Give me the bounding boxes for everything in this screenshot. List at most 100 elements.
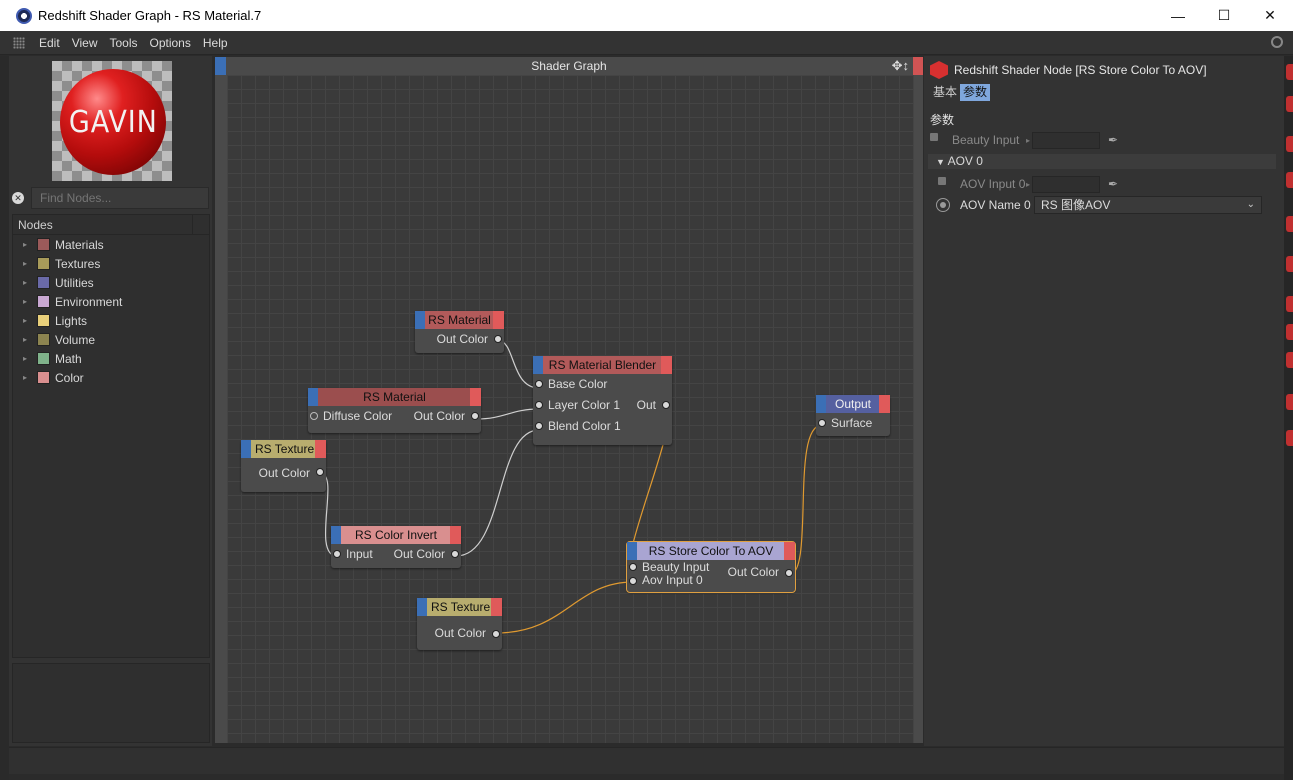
port-label: Layer Color 1 — [548, 398, 621, 412]
category-label: Environment — [55, 294, 123, 309]
node-title: Output — [834, 397, 872, 411]
clear-search-icon[interactable]: ✕ — [12, 192, 24, 204]
status-bar — [9, 747, 1284, 774]
node-rs-texture-2[interactable]: RS Texture Out Color — [417, 598, 502, 650]
pan-zoom-icon[interactable]: ✥↕ — [892, 57, 909, 75]
aov-name-select[interactable]: RS 图像AOV ⌄ — [1034, 196, 1262, 214]
wire-invert-to-blend — [455, 429, 540, 557]
input-port[interactable] — [629, 577, 637, 585]
input-port[interactable] — [629, 563, 637, 571]
expand-arrow-icon[interactable]: ▸ — [23, 259, 33, 268]
aov-group-header[interactable]: ▼ AOV 0 — [928, 154, 1276, 169]
material-preview: GAVIN — [52, 61, 172, 181]
input-port[interactable] — [310, 412, 318, 420]
category-label: Textures — [55, 256, 101, 271]
pipette-icon[interactable]: ✒ — [1108, 133, 1122, 147]
find-nodes-input[interactable] — [31, 187, 209, 209]
expand-arrow-icon[interactable]: ▸ — [23, 335, 33, 344]
search-icon[interactable] — [1271, 36, 1283, 48]
aov-name-row: AOV Name 0 RS 图像AOV ⌄ — [936, 195, 1262, 215]
beauty-input-label: Beauty Input — [952, 133, 1020, 147]
graph-title: Shader Graph — [531, 59, 607, 73]
node-rs-material-2[interactable]: RS Material Diffuse Color Out Color — [308, 388, 481, 433]
node-category-color[interactable]: ▸ Color — [13, 368, 209, 387]
minimize-button[interactable]: — — [1155, 0, 1201, 31]
tab-parameters[interactable]: 参数 — [960, 84, 991, 101]
attributes-tabs: 基本 参数 — [930, 84, 991, 101]
port-label: Out Color — [436, 332, 488, 346]
menu-edit[interactable]: Edit — [33, 36, 66, 50]
node-category-environment[interactable]: ▸ Environment — [13, 292, 209, 311]
aov-input-field[interactable] — [1032, 175, 1101, 193]
input-port[interactable] — [333, 550, 341, 558]
output-port[interactable] — [451, 550, 459, 558]
output-port[interactable] — [785, 569, 793, 577]
category-label: Volume — [55, 332, 96, 347]
port-label: Surface — [831, 416, 873, 430]
node-title: RS Store Color To AOV — [648, 544, 774, 558]
expand-arrow-icon[interactable]: ▸ — [23, 354, 33, 363]
collapse-triangle-icon: ▼ — [936, 157, 945, 167]
menu-view[interactable]: View — [66, 36, 104, 50]
menu-help[interactable]: Help — [197, 36, 234, 50]
nodes-header-label: Nodes — [18, 217, 53, 232]
menu-options[interactable]: Options — [144, 36, 197, 50]
node-description-box — [12, 663, 210, 743]
node-title: RS Color Invert — [354, 528, 438, 542]
category-label: Materials — [55, 237, 104, 252]
category-label: Utilities — [55, 275, 94, 290]
expand-arrow-icon[interactable]: ▸ — [23, 316, 33, 325]
pipette-icon[interactable]: ✒ — [1108, 177, 1122, 191]
input-port[interactable] — [535, 401, 543, 409]
output-port[interactable] — [316, 468, 324, 476]
expand-arrow-icon[interactable]: ▸ — [23, 297, 33, 306]
chevron-down-icon: ⌄ — [1246, 199, 1255, 210]
input-port[interactable] — [535, 380, 543, 388]
node-rs-material-1[interactable]: RS Material Out Color — [415, 311, 504, 353]
beauty-input-row: Beauty Input ▸ ✒ — [930, 130, 1122, 150]
node-category-lights[interactable]: ▸ Lights — [13, 311, 209, 330]
output-port[interactable] — [494, 335, 502, 343]
beauty-input-field[interactable] — [1032, 131, 1101, 149]
port-label: Aov Input 0 — [642, 573, 703, 587]
node-rs-store-color-to-aov[interactable]: RS Store Color To AOV Beauty Input Aov I… — [626, 541, 796, 593]
attributes-panel: Redshift Shader Node [RS Store Color To … — [924, 56, 1284, 746]
menu-bar: Edit View Tools Options Help — [0, 31, 1293, 55]
find-nodes-bar: ✕ — [12, 187, 212, 209]
node-category-utilities[interactable]: ▸ Utilities — [13, 273, 209, 292]
port-label: Out Color — [434, 626, 486, 640]
node-category-materials[interactable]: ▸ Materials — [13, 235, 209, 254]
node-rs-material-blender[interactable]: RS Material Blender Base Color Layer Col… — [533, 356, 672, 445]
category-label: Math — [55, 351, 82, 366]
grip-icon[interactable] — [13, 36, 25, 49]
node-category-volume[interactable]: ▸ Volume — [13, 330, 209, 349]
menu-tools[interactable]: Tools — [103, 36, 143, 50]
output-port[interactable] — [662, 401, 670, 409]
graph-header: Shader Graph ✥↕ — [215, 57, 923, 75]
node-category-textures[interactable]: ▸ Textures — [13, 254, 209, 273]
output-port[interactable] — [492, 630, 500, 638]
arrow-right-icon: ▸ — [1026, 179, 1031, 189]
node-rs-color-invert[interactable]: RS Color Invert Input Out Color — [331, 526, 461, 568]
maximize-button[interactable]: ☐ — [1201, 0, 1247, 31]
expand-arrow-icon[interactable]: ▸ — [23, 373, 33, 382]
expand-arrow-icon[interactable]: ▸ — [23, 278, 33, 287]
node-output[interactable]: Output Surface — [816, 395, 890, 436]
port-label: Out Color — [258, 466, 310, 480]
input-port[interactable] — [535, 422, 543, 430]
shader-graph-canvas[interactable]: Shader Graph ✥↕ RS Material Out Color RS… — [215, 57, 923, 743]
redshift-cube-icon — [930, 61, 948, 79]
input-port[interactable] — [818, 419, 826, 427]
node-category-math[interactable]: ▸ Math — [13, 349, 209, 368]
tab-basic[interactable]: 基本 — [930, 84, 960, 101]
expand-arrow-icon[interactable]: ▸ — [23, 240, 33, 249]
radio-icon[interactable] — [936, 198, 950, 212]
node-rs-texture-1[interactable]: RS Texture Out Color — [241, 440, 326, 492]
node-title: RS Texture — [431, 600, 491, 614]
output-port[interactable] — [471, 412, 479, 420]
close-button[interactable]: ✕ — [1247, 0, 1293, 31]
port-label: Base Color — [548, 377, 608, 391]
category-label: Lights — [55, 313, 88, 328]
wire-texture2-to-aov — [495, 581, 634, 634]
nodes-tree-header: Nodes — [13, 215, 209, 235]
